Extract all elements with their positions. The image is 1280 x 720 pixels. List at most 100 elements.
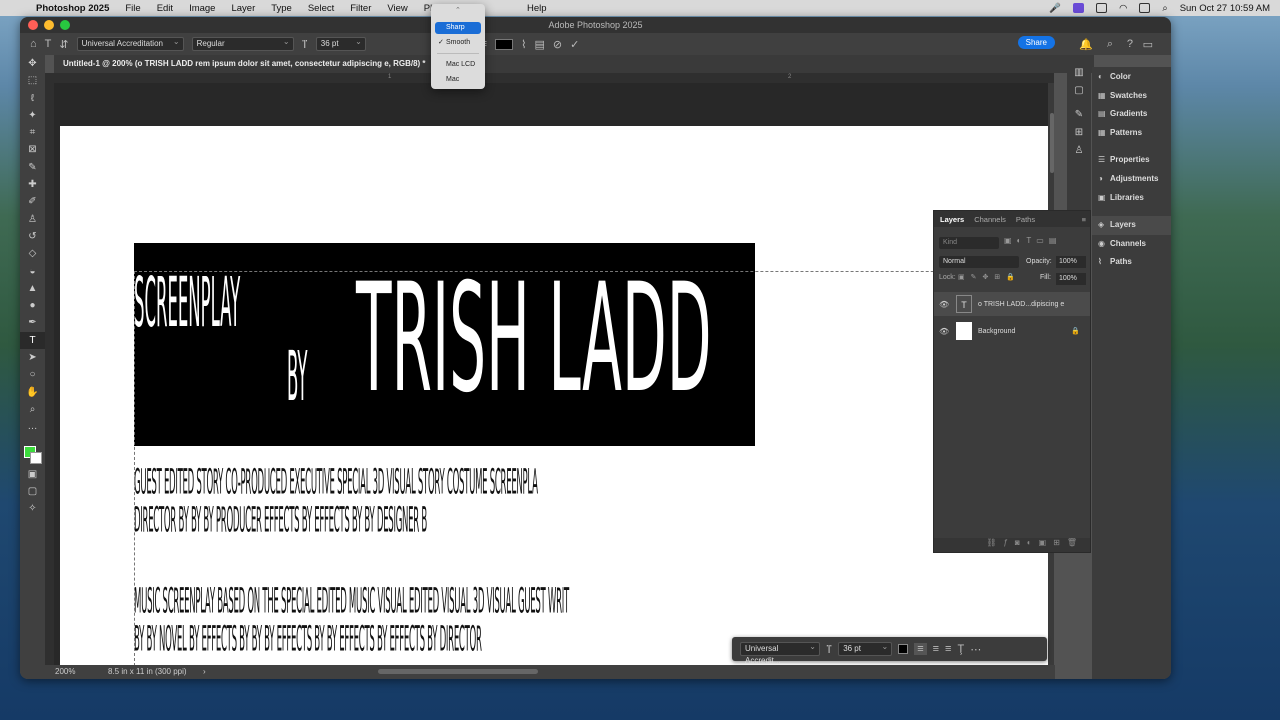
canvas-area[interactable]: SCREENPLAY BY TRISH LADD GUEST EDITED ST… [54, 83, 1054, 665]
minimize-button[interactable] [44, 20, 54, 30]
document-tab[interactable]: Untitled-1 @ 200% (o TRISH LADD rem ipsu… [54, 55, 1094, 73]
text-orientation-icon[interactable]: ⇵ [59, 38, 68, 51]
panel-gradients[interactable]: ▤ Gradients [1092, 105, 1171, 124]
text-color-swatch[interactable] [495, 38, 514, 50]
panel-menu-icon[interactable]: ≡ [1082, 215, 1086, 224]
menu-layer[interactable]: Layer [223, 3, 263, 14]
menu-select[interactable]: Select [300, 3, 342, 14]
float-text-options-icon[interactable]: Ţ [957, 643, 964, 655]
layer-name[interactable]: o TRISH LADD...dipiscing e [978, 301, 1064, 308]
battery-icon[interactable] [1139, 3, 1151, 13]
background-color-swatch[interactable] [30, 451, 42, 464]
clone-source-icon[interactable]: ♙ [1067, 145, 1091, 163]
antialias-option-mac[interactable]: Mac [435, 74, 481, 86]
panel-adjustments[interactable]: ◑ Adjustments [1092, 170, 1171, 189]
menu-view[interactable]: View [379, 3, 415, 14]
tab-layers[interactable]: Layers [940, 215, 964, 224]
float-more-icon[interactable]: ⋯ [970, 643, 981, 656]
layer-row-text[interactable]: 👁 T o TRISH LADD...dipiscing e [934, 292, 1090, 316]
layer-row-background[interactable]: 👁 Background 🔒 [934, 319, 1090, 343]
layer-filter-icons[interactable]: ▣◐T▭▤ [1004, 236, 1061, 245]
float-align-center-icon[interactable]: ≡ [933, 643, 939, 655]
search-icon[interactable]: ⌕ [1162, 3, 1167, 14]
healing-tool-icon[interactable]: ✚ [20, 176, 45, 193]
status-arrow-icon[interactable]: › [203, 665, 206, 679]
float-align-left-icon[interactable]: ≡ [914, 643, 927, 655]
eyedropper-tool-icon[interactable]: ✎ [20, 159, 45, 176]
marquee-tool-icon[interactable]: ⬚ [20, 72, 45, 89]
more-tools-icon[interactable]: … [20, 418, 45, 435]
font-style-select[interactable]: Regular [191, 36, 294, 51]
type-tool-icon[interactable]: T [20, 331, 45, 350]
path-selection-tool-icon[interactable]: ➤ [20, 349, 45, 366]
brush-tool-icon[interactable]: ✐ [20, 193, 45, 210]
commit-icon[interactable]: ✓ [570, 38, 579, 51]
screen-mode-icon[interactable]: ▢ [20, 483, 45, 500]
float-font-size-select[interactable]: 36 pt [838, 641, 893, 656]
help-icon[interactable]: ? [1127, 38, 1133, 50]
panel-color[interactable]: ◐ Color [1092, 68, 1171, 87]
close-button[interactable] [28, 20, 38, 30]
history-icon[interactable]: ▥ [1067, 67, 1091, 85]
gradient-tool-icon[interactable]: ◒ [20, 263, 45, 280]
hand-tool-icon[interactable]: ✋ [20, 384, 45, 401]
panel-layers[interactable]: ◈ Layers [1092, 216, 1171, 235]
layer-name[interactable]: Background [978, 328, 1015, 335]
zoom-level[interactable]: 200% [55, 665, 75, 679]
clock[interactable]: Sun Oct 27 10:59 AM [1180, 3, 1270, 14]
layer-actions-bar[interactable]: ⛓ƒ◙◐▣⊞🗑 [934, 538, 1090, 552]
display-icon[interactable] [1096, 3, 1108, 13]
panel-paths[interactable]: ⌇ Paths [1092, 253, 1171, 272]
opacity-input[interactable]: 100% [1056, 256, 1086, 268]
share-button[interactable]: Share [1017, 36, 1055, 49]
zoom-button[interactable] [60, 20, 70, 30]
screen-record-icon[interactable] [1073, 3, 1085, 13]
home-icon[interactable]: ⌂ [30, 38, 37, 50]
frame-tool-icon[interactable]: ⊠ [20, 141, 45, 158]
tab-paths[interactable]: Paths [1016, 215, 1035, 224]
horizontal-scrollbar[interactable] [378, 669, 538, 674]
menu-type[interactable]: Type [263, 3, 300, 14]
pen-tool-icon[interactable]: ✒ [20, 314, 45, 331]
character-panel-icon[interactable]: ▤ [534, 38, 544, 51]
document-info[interactable]: 8.5 in x 11 in (300 ppi) [108, 665, 187, 679]
lasso-tool-icon[interactable]: ℓ [20, 90, 45, 107]
dodge-tool-icon[interactable]: ● [20, 297, 45, 314]
generate-icon[interactable]: ✧ [20, 500, 45, 517]
menu-edit[interactable]: Edit [149, 3, 181, 14]
font-family-select[interactable]: Universal Accreditation [76, 36, 184, 51]
panel-patterns[interactable]: ▦ Patterns [1092, 124, 1171, 143]
lock-icons[interactable]: ▣✎✥⊞🔒 [958, 273, 1021, 281]
quick-mask-icon[interactable]: ▣ [20, 466, 45, 483]
menu-file[interactable]: File [117, 3, 148, 14]
search-icon[interactable]: ⌕ [1107, 38, 1113, 51]
history-brush-tool-icon[interactable]: ↺ [20, 228, 45, 245]
antialias-option-mac-lcd[interactable]: Mac LCD [435, 59, 481, 71]
menu-app-name[interactable]: Photoshop 2025 [28, 3, 117, 14]
zoom-tool-icon[interactable]: ⌕ [20, 401, 45, 418]
bell-icon[interactable]: 🔔 [1079, 38, 1093, 51]
panel-channels[interactable]: ◉ Channels [1092, 235, 1171, 254]
crop-tool-icon[interactable]: ⌗ [20, 124, 45, 141]
panel-properties[interactable]: ☰ Properties [1092, 151, 1171, 170]
scroll-up-icon[interactable]: ⌃ [455, 6, 461, 14]
tab-channels[interactable]: Channels [974, 215, 1006, 224]
tool-presets-icon[interactable]: ⊞ [1067, 127, 1091, 145]
microphone-icon[interactable]: 🎤 [1049, 3, 1061, 14]
blend-mode-select[interactable]: Normal [939, 256, 1019, 268]
lock-icon[interactable]: 🔒 [1071, 327, 1080, 335]
type-tool-icon[interactable]: T [45, 38, 52, 50]
menu-help[interactable]: Help [519, 3, 555, 14]
cancel-icon[interactable]: ⊘ [553, 38, 562, 51]
float-font-select[interactable]: Universal Accredit... [740, 641, 820, 665]
comments-icon[interactable]: ▢ [1067, 85, 1091, 103]
blur-tool-icon[interactable]: ▲ [20, 280, 45, 297]
shape-tool-icon[interactable]: ○ [20, 366, 45, 383]
menu-image[interactable]: Image [181, 3, 223, 14]
antialias-option-sharp[interactable]: Sharp [435, 22, 481, 34]
font-size-select[interactable]: 36 pt [315, 36, 366, 51]
visibility-eye-icon[interactable]: 👁 [939, 300, 951, 309]
magic-wand-tool-icon[interactable]: ✦ [20, 107, 45, 124]
workspace-icon[interactable]: ▭ [1143, 38, 1153, 51]
menu-filter[interactable]: Filter [342, 3, 379, 14]
